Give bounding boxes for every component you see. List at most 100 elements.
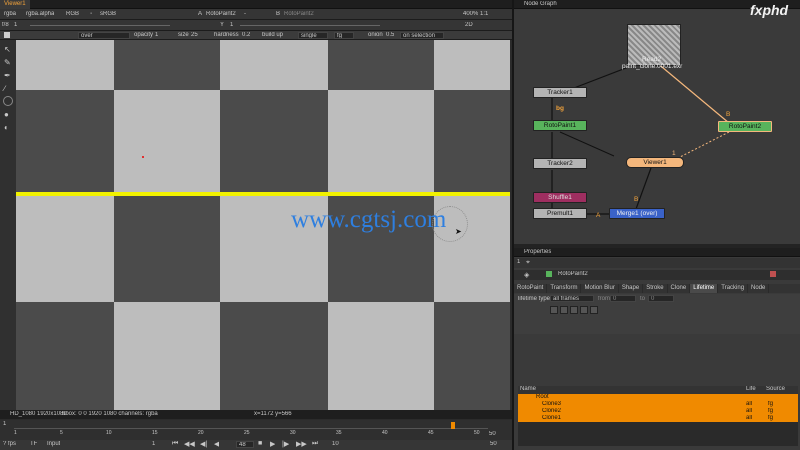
stop-icon[interactable]: ■: [258, 440, 262, 447]
tab-stroke[interactable]: Stroke: [643, 284, 668, 293]
start-frame-field[interactable]: 1: [152, 441, 155, 447]
tab-shape[interactable]: Shape: [619, 284, 644, 293]
panel-count[interactable]: 1: [517, 259, 520, 265]
end-frame-field[interactable]: 50: [490, 441, 497, 447]
format-info: HD_1080 1920x1080: [10, 411, 67, 417]
lifetime-all-icon[interactable]: [550, 306, 558, 314]
first-frame-icon[interactable]: ⏮: [172, 440, 178, 448]
col-source[interactable]: Source: [766, 386, 785, 392]
select-tool-icon[interactable]: ↖: [4, 45, 11, 54]
from-field[interactable]: 0: [610, 295, 636, 302]
last-frame-icon[interactable]: ⏭: [312, 440, 318, 448]
play-back-icon[interactable]: ◀: [214, 440, 219, 448]
opacity-field[interactable]: 1: [155, 32, 158, 38]
size-label: size: [178, 32, 189, 38]
timeline[interactable]: 1 1 5 10 15 20 25 30 35 40 45 50 50: [0, 420, 512, 440]
input-b-dropdown[interactable]: RotoPaint2: [284, 11, 314, 17]
tree-row-root[interactable]: Root: [518, 394, 798, 401]
tf-dropdown[interactable]: TF: [30, 441, 37, 447]
current-frame-field[interactable]: 48: [236, 441, 254, 448]
lifetime-start-icon[interactable]: [560, 306, 568, 314]
node-name-field[interactable]: RotoPaint2: [558, 271, 588, 277]
lifetime-single-icon[interactable]: [570, 306, 578, 314]
lifetime-range-icon[interactable]: [590, 306, 598, 314]
lut-dropdown[interactable]: sRGB: [100, 11, 116, 17]
brush-tool-icon[interactable]: ∕: [4, 84, 5, 93]
clone-source-marker[interactable]: [142, 156, 144, 158]
paint-stroke[interactable]: [16, 192, 510, 196]
exposure-slider[interactable]: [30, 25, 170, 26]
frame-step-field[interactable]: 10: [332, 441, 339, 447]
tab-properties[interactable]: Properties: [524, 249, 551, 255]
buildup-toggle[interactable]: build up: [262, 32, 283, 38]
node-rotopaint2[interactable]: RotoPaint2: [718, 121, 772, 132]
node-premult1[interactable]: Premult1: [533, 208, 587, 219]
clone-tool-icon[interactable]: [3, 96, 13, 106]
tree-row-clone1[interactable]: Clone1 all fg: [518, 415, 798, 422]
bezier-tool-icon[interactable]: ✒: [4, 71, 11, 80]
lifetime-type-dropdown[interactable]: all frames: [550, 295, 594, 302]
gamma-slider[interactable]: [240, 25, 380, 26]
size-field[interactable]: 25: [191, 32, 198, 38]
node-tracker2[interactable]: Tracker2: [533, 158, 587, 169]
tab-motion-blur[interactable]: Motion Blur: [581, 284, 619, 293]
fps-field[interactable]: ? fps: [3, 441, 16, 447]
dodge-tool-icon[interactable]: ◐: [4, 123, 9, 132]
viewer-canvas[interactable]: ➤ www.cgtsj.com: [16, 40, 510, 410]
node-color-icon[interactable]: [546, 271, 552, 277]
tree-row-clone2[interactable]: Clone2 all fg: [518, 408, 798, 415]
close-icon[interactable]: [770, 271, 776, 277]
timeline-playhead[interactable]: [451, 422, 455, 429]
node-viewer1[interactable]: Viewer1: [626, 157, 684, 168]
blend-mode-dropdown[interactable]: over: [78, 32, 130, 39]
pin-icon[interactable]: ⌖: [526, 259, 530, 267]
gamma-field[interactable]: 1: [230, 22, 233, 28]
step-forward-icon[interactable]: |▶: [282, 440, 289, 448]
view-mode-dropdown[interactable]: 2D: [465, 22, 473, 28]
onion-field[interactable]: 0.5: [386, 32, 394, 38]
shape-tree: Name Life Source Root Clone3 all fg Clon…: [518, 386, 798, 446]
input-a-dropdown[interactable]: RotoPaint2: [206, 11, 236, 17]
point-tool-icon[interactable]: ✎: [4, 58, 11, 67]
tree-row-clone3[interactable]: Clone3 all fg: [518, 401, 798, 408]
col-life[interactable]: Life: [746, 386, 756, 392]
tab-rotopaint[interactable]: RotoPaint: [514, 284, 548, 293]
node-tracker1[interactable]: Tracker1: [533, 87, 587, 98]
tab-lifetime[interactable]: Lifetime: [690, 284, 719, 293]
on-selection-dropdown[interactable]: on selection: [400, 32, 444, 39]
channels-dropdown[interactable]: rgba: [4, 11, 16, 17]
zoom-dropdown[interactable]: 400%: [463, 11, 478, 17]
to-field[interactable]: 0: [648, 295, 674, 302]
pointer-icon: ➤: [455, 227, 462, 236]
prev-key-icon[interactable]: ◀◀: [184, 440, 195, 448]
next-key-icon[interactable]: ▶▶: [296, 440, 307, 448]
tree-header: Name Life Source: [518, 386, 798, 394]
timeline-start-label: 1: [3, 421, 7, 427]
ratio-dropdown[interactable]: 1:1: [480, 11, 488, 17]
node-graph-pane[interactable]: Node Graph fxphd Read2 paint_clone.0001.…: [514, 0, 800, 244]
color-swatch[interactable]: [4, 32, 10, 38]
node-rotopaint1[interactable]: RotoPaint1: [533, 120, 587, 131]
timeline-track[interactable]: [14, 428, 488, 429]
node-merge1[interactable]: Merge1 (over): [609, 208, 665, 219]
alpha-dropdown[interactable]: rgba.alpha: [26, 11, 54, 17]
tab-clone[interactable]: Clone: [668, 284, 691, 293]
node-shuffle1[interactable]: Shuffle1: [533, 192, 587, 203]
input-mode-dropdown[interactable]: Input: [47, 441, 60, 447]
tab-viewer1[interactable]: Viewer1: [0, 0, 30, 9]
fg-dropdown[interactable]: fg: [334, 32, 354, 39]
lifetime-mode-dropdown[interactable]: single: [298, 32, 328, 39]
exposure-field[interactable]: 1: [14, 22, 17, 28]
hardness-field[interactable]: 0.2: [242, 32, 250, 38]
timeline-end-label: 50: [489, 431, 496, 437]
tab-tracking[interactable]: Tracking: [718, 284, 749, 293]
blur-tool-icon[interactable]: ●: [4, 110, 9, 119]
col-name[interactable]: Name: [520, 386, 536, 392]
input-compare-dropdown[interactable]: -: [244, 11, 246, 17]
tab-transform[interactable]: Transform: [547, 284, 582, 293]
colorspace-dropdown[interactable]: RGB: [66, 11, 79, 17]
play-icon[interactable]: ▶: [270, 440, 275, 448]
step-back-icon[interactable]: ◀|: [200, 440, 207, 448]
tab-node[interactable]: Node: [748, 284, 770, 293]
lifetime-end-icon[interactable]: [580, 306, 588, 314]
